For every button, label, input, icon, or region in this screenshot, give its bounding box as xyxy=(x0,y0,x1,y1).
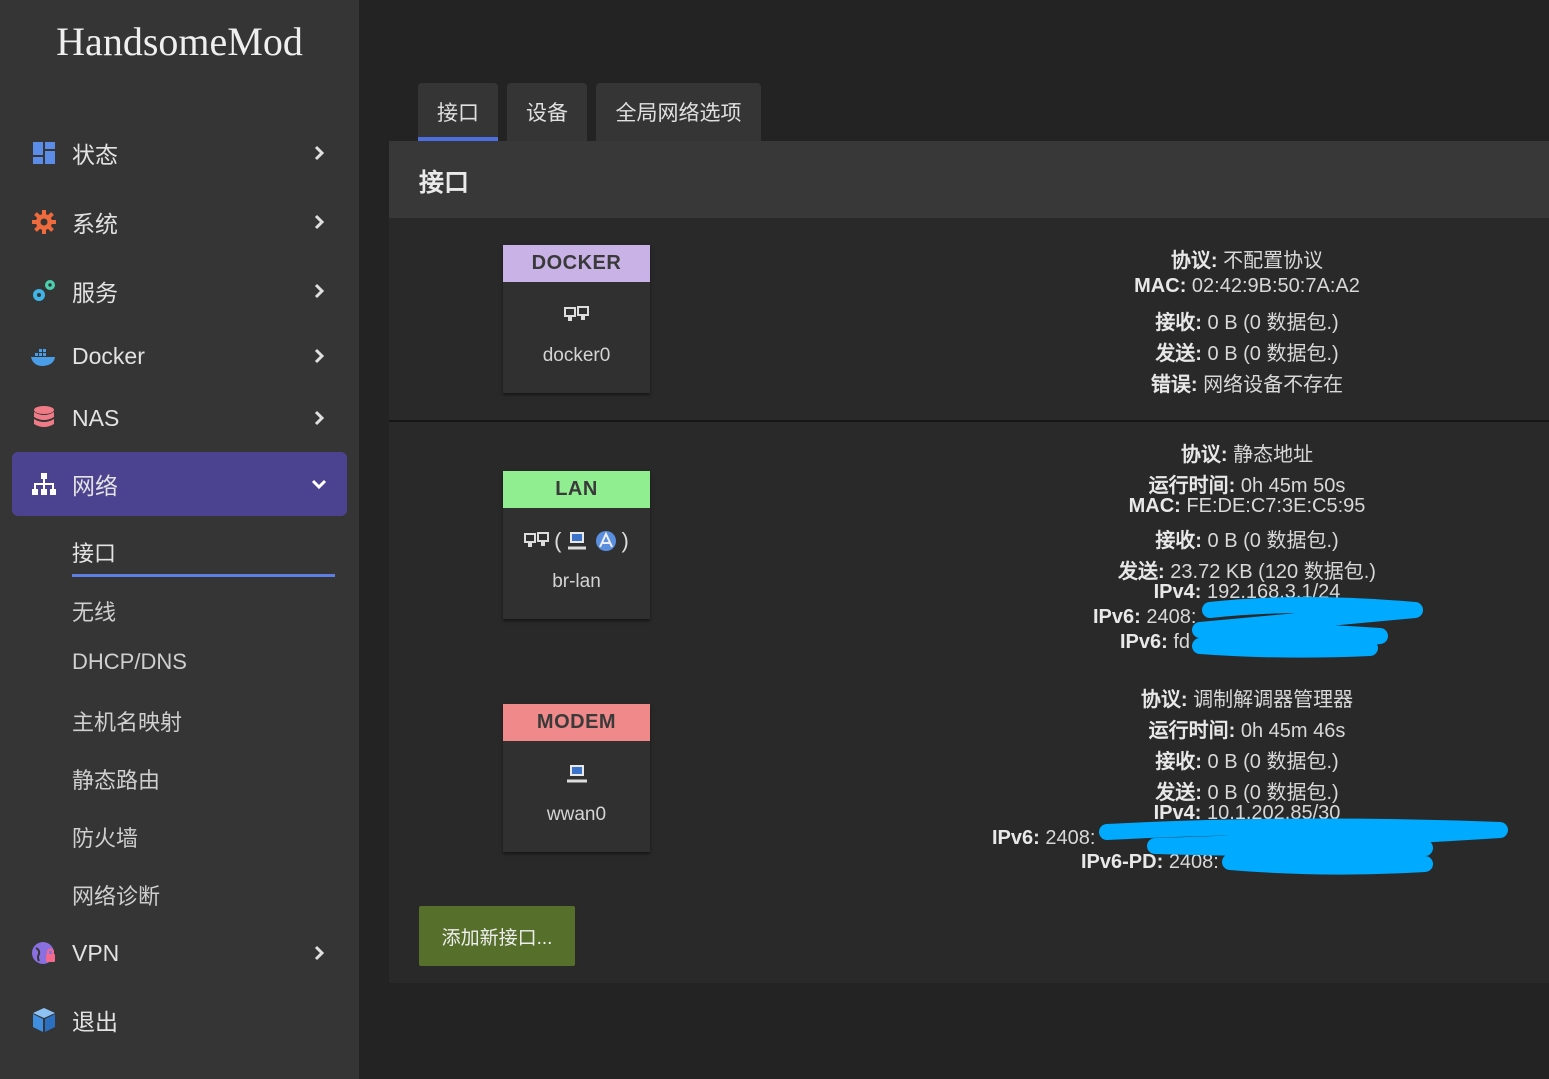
sidebar-item-label: 系统 xyxy=(72,211,118,237)
modem-protocol: 协议: 调制解调器管理器 xyxy=(1140,689,1354,711)
interface-badge-lan[interactable]: LAN ( ) br-lan xyxy=(503,471,650,619)
lan-rx: 接收: 0 B (0 数据包.) xyxy=(1155,530,1339,552)
bridge-icon: ( ) xyxy=(503,526,650,556)
modem-ipv6: IPv6: 2408: xyxy=(992,827,1096,849)
sidebar-item-label: 网络 xyxy=(72,473,118,499)
modem-rx: 接收: 0 B (0 数据包.) xyxy=(1155,751,1339,773)
panel-title: 接口 xyxy=(419,169,470,197)
cube-icon xyxy=(30,1006,58,1034)
sidebar-item-label: NAS xyxy=(72,404,120,431)
submenu-interfaces[interactable]: 接口 xyxy=(72,536,116,568)
sidebar-item-status[interactable]: 状态 xyxy=(12,121,347,185)
dashboard-icon xyxy=(30,139,58,167)
tab-interfaces[interactable]: 接口 xyxy=(418,83,498,141)
lan-uptime: 运行时间: 0h 45m 50s xyxy=(1148,475,1346,497)
submenu-static-routes[interactable]: 静态路由 xyxy=(72,763,160,795)
interface-device: br-lan xyxy=(552,571,601,592)
sidebar-item-label: 退出 xyxy=(72,1009,118,1035)
submenu-wireless[interactable]: 无线 xyxy=(72,595,116,627)
sidebar-item-system[interactable]: 系统 xyxy=(12,190,347,254)
row-divider xyxy=(389,420,1549,422)
sidebar-item-services[interactable]: 服务 xyxy=(12,259,347,323)
tab-devices[interactable]: 设备 xyxy=(507,83,587,141)
chevron-right-icon xyxy=(314,214,325,230)
interface-badge-modem[interactable]: MODEM wwan0 xyxy=(503,704,650,852)
sidebar-item-label: 服务 xyxy=(72,280,118,306)
gear-icon xyxy=(30,208,58,236)
modem-uptime: 运行时间: 0h 45m 46s xyxy=(1148,720,1346,742)
modem-tx: 发送: 0 B (0 数据包.) xyxy=(1155,782,1339,804)
sidebar-item-docker[interactable]: Docker xyxy=(12,324,347,388)
lan-protocol: 协议: 静态地址 xyxy=(1180,444,1314,466)
sidebar-item-network[interactable]: 网络 xyxy=(12,452,347,516)
docker-icon xyxy=(30,342,58,370)
docker-tx: 发送: 0 B (0 数据包.) xyxy=(1155,343,1339,365)
docker-error: 错误: 网络设备不存在 xyxy=(1150,374,1344,396)
docker-mac: MAC: 02:42:9B:50:7A:A2 xyxy=(1134,275,1360,297)
submenu-dhcp-dns[interactable]: DHCP/DNS xyxy=(72,649,187,675)
redaction-scribble xyxy=(1192,597,1423,658)
sidebar: HandsomeMod 状态 系统 服务 Docker NAS 网络 接口 无线… xyxy=(0,0,359,1079)
interface-device: docker0 xyxy=(542,345,611,366)
panel-header: 接口 xyxy=(389,141,1549,218)
database-icon xyxy=(30,404,58,432)
sidebar-item-label: Docker xyxy=(72,342,145,369)
interface-name: MODEM xyxy=(503,704,650,741)
brand-logo[interactable]: HandsomeMod xyxy=(0,18,359,65)
lan-mac: MAC: FE:DE:C7:3E:C5:95 xyxy=(1128,495,1366,517)
chevron-right-icon xyxy=(314,145,325,161)
interface-device: wwan0 xyxy=(546,804,607,825)
tab-global-options[interactable]: 全局网络选项 xyxy=(596,83,761,141)
submenu-active-indicator xyxy=(72,574,335,577)
submenu-diagnostics[interactable]: 网络诊断 xyxy=(72,879,160,911)
chevron-down-icon xyxy=(311,479,327,490)
sidebar-item-label: VPN xyxy=(72,939,120,966)
redaction-scribble xyxy=(1099,818,1508,875)
interface-badge-docker[interactable]: DOCKER docker0 xyxy=(503,245,650,393)
sidebar-item-label: 状态 xyxy=(72,142,118,168)
chevron-right-icon xyxy=(314,283,325,299)
ethernet-icon xyxy=(503,300,650,330)
docker-protocol: 协议: 不配置协议 xyxy=(1170,250,1324,272)
chevron-right-icon xyxy=(314,410,325,426)
interface-name: LAN xyxy=(503,471,650,508)
lan-tx: 发送: 23.72 KB (120 数据包.) xyxy=(1118,561,1376,583)
docker-rx: 接收: 0 B (0 数据包.) xyxy=(1155,312,1339,334)
interface-name: DOCKER xyxy=(503,245,650,282)
submenu-hostnames[interactable]: 主机名映射 xyxy=(72,705,182,737)
sitemap-icon xyxy=(30,470,58,498)
globe-lock-icon xyxy=(30,939,58,967)
sidebar-item-nas[interactable]: NAS xyxy=(12,386,347,450)
chevron-right-icon xyxy=(314,945,325,961)
chevron-right-icon xyxy=(314,348,325,364)
sidebar-item-vpn[interactable]: VPN xyxy=(12,921,347,985)
add-interface-button[interactable]: 添加新接口... xyxy=(419,906,575,966)
cogs-icon xyxy=(30,277,58,305)
submenu-firewall[interactable]: 防火墙 xyxy=(72,821,138,853)
modem-icon xyxy=(503,759,650,789)
sidebar-item-logout[interactable]: 退出 xyxy=(12,988,347,1052)
